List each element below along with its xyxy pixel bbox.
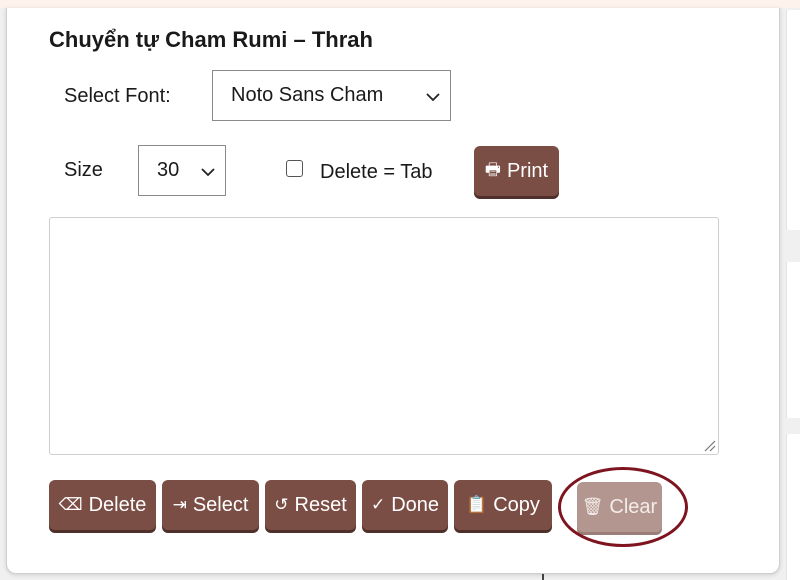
backspace-icon: ⌫ — [58, 495, 83, 514]
done-button-label: Done — [391, 493, 440, 516]
select-button-label: Select — [192, 493, 249, 516]
delete-button[interactable]: ⌫ Delete — [49, 480, 156, 530]
text-editor[interactable] — [49, 217, 719, 455]
font-select-value: Noto Sans Cham — [231, 84, 384, 106]
background-panel — [786, 262, 800, 418]
size-select-value: 30 — [157, 159, 180, 181]
select-button[interactable]: ⇥ Select — [162, 480, 259, 530]
delete-tab-label: Delete = Tab — [320, 161, 433, 183]
font-select[interactable]: Noto Sans Cham — [212, 70, 451, 121]
reset-button-label: Reset — [294, 493, 347, 516]
check-icon: ✓ — [370, 495, 386, 514]
delete-button-label: Delete — [88, 493, 147, 516]
reset-button[interactable]: ↺ Reset — [265, 480, 356, 530]
print-button-label: Print — [506, 159, 549, 182]
reset-icon: ↺ — [274, 495, 289, 514]
resize-handle-icon[interactable] — [702, 438, 716, 452]
transliteration-dialog: Chuyển tự Cham Rumi – Thrah Select Font:… — [6, 8, 780, 574]
printer-icon: 🖶 — [484, 159, 501, 179]
clear-button-label: Clear — [609, 495, 658, 518]
dialog-title: Chuyển tự Cham Rumi – Thrah — [49, 27, 373, 52]
size-select[interactable]: 30 — [138, 145, 226, 196]
done-button[interactable]: ✓ Done — [362, 480, 448, 530]
clipboard-icon: 📋 — [466, 495, 488, 514]
background-panel — [786, 434, 800, 580]
delete-tab-checkbox[interactable] — [286, 160, 303, 177]
page-top-strip — [0, 0, 800, 8]
print-button[interactable]: 🖶 Print — [474, 146, 559, 196]
tab-arrow-icon: ⇥ — [172, 495, 187, 514]
chevron-down-icon — [201, 168, 215, 177]
background-panel — [786, 10, 800, 230]
chevron-down-icon — [426, 93, 440, 102]
copy-button[interactable]: 📋 Copy — [454, 480, 552, 530]
size-select-label: Size — [64, 159, 103, 181]
trash-icon: 🗑 — [581, 497, 604, 516]
font-select-label: Select Font: — [64, 85, 171, 107]
copy-button-label: Copy — [493, 493, 540, 516]
clear-button[interactable]: 🗑 Clear — [577, 482, 662, 532]
